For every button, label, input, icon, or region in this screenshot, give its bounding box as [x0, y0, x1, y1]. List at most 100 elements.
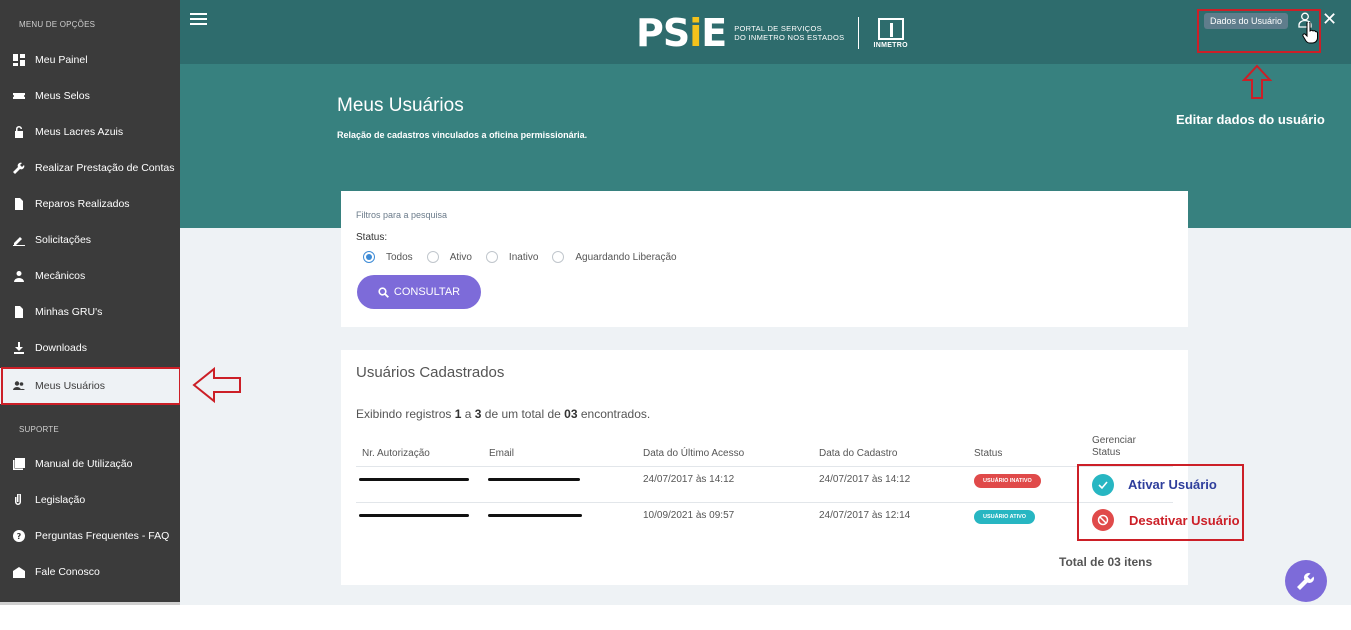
table-cell-created: 24/07/2017 às 14:12: [819, 474, 911, 485]
redacted-authorization: [359, 514, 469, 517]
sidebar-item-label: Reparos Realizados: [35, 198, 130, 210]
column-header-cadastro: Data do Cadastro: [819, 448, 898, 459]
sidebar-item-solicitacoes[interactable]: Solicitações: [0, 222, 180, 258]
radio-dot[interactable]: [552, 251, 565, 263]
inmetro-logo: INMETRO: [873, 17, 908, 49]
check-icon: [1098, 481, 1108, 490]
tools-fab-button[interactable]: [1285, 560, 1327, 602]
status-badge-inactive: USUÁRIO INATIVO: [974, 474, 1041, 488]
summary-suffix: encontrados.: [577, 407, 651, 421]
sidebar-item-label: Downloads: [35, 342, 87, 354]
filter-card: Filtros para a pesquisa Status: Todos At…: [341, 191, 1188, 327]
column-header-status: Status: [974, 448, 1003, 459]
activate-user-button[interactable]: [1092, 474, 1114, 496]
sidebar-item-prestacao-de-contas[interactable]: Realizar Prestação de Contas: [0, 150, 180, 186]
sidebar-item-meus-lacres-azuis[interactable]: Meus Lacres Azuis: [0, 114, 180, 150]
support-section-label: SUPORTE: [19, 425, 59, 434]
summary-total: 03: [564, 407, 578, 421]
consultar-button[interactable]: CONSULTAR: [357, 275, 481, 309]
ticket-icon: [13, 90, 25, 102]
summary-mid2: de um total de: [481, 407, 565, 421]
radio-label: Todos: [386, 251, 413, 263]
users-card-title: Usuários Cadastrados: [356, 364, 505, 381]
table-cell-last-access: 10/09/2021 às 09:57: [643, 510, 735, 521]
mail-icon: [13, 566, 25, 578]
summary-prefix: Exibindo registros: [356, 407, 455, 421]
psie-logo: PSiE PORTAL DE SERVIÇOS DO INMETRO NOS E…: [636, 14, 908, 52]
records-summary: Exibindo registros 1 a 3 de um total de …: [356, 407, 650, 421]
sidebar-item-manual[interactable]: Manual de Utilização: [0, 446, 180, 482]
activate-user-label: Ativar Usuário: [1128, 477, 1217, 492]
table-header-divider: [356, 466, 1173, 467]
sidebar-item-label: Solicitações: [35, 234, 92, 246]
radio-inativo[interactable]: Inativo: [485, 251, 539, 263]
radio-aguardando-liberacao[interactable]: Aguardando Liberação: [552, 251, 677, 263]
active-item-highlight-box: [1, 367, 181, 405]
hamburger-menu-icon[interactable]: [190, 13, 207, 27]
sidebar: MENU DE OPÇÕES Meu Painel Meus Selos Meu…: [0, 0, 180, 603]
radio-dot[interactable]: [426, 251, 439, 263]
sidebar-item-label: Meus Selos: [35, 90, 90, 102]
arrow-left-annotation-icon: [192, 366, 241, 404]
table-cell-created: 24/07/2017 às 12:14: [819, 510, 911, 521]
status-label: Status:: [356, 232, 388, 243]
radio-label: Ativo: [449, 251, 472, 263]
redacted-authorization: [359, 478, 469, 481]
sidebar-item-label: Perguntas Frequentes - FAQ: [35, 530, 170, 542]
sidebar-item-legislacao[interactable]: Legislação: [0, 482, 180, 518]
user-data-highlight-box: [1197, 9, 1321, 53]
redacted-email: [488, 514, 582, 517]
logo-line-1: PORTAL DE SERVIÇOS: [734, 24, 822, 33]
sidebar-item-fale-conosco[interactable]: Fale Conosco: [0, 554, 180, 590]
column-header-gerenciar-status: Gerenciar Status: [1092, 435, 1136, 458]
sidebar-item-mecanicos[interactable]: Mecânicos: [0, 258, 180, 294]
block-icon: [1097, 514, 1109, 526]
sidebar-item-minhas-grus[interactable]: Minhas GRU's: [0, 294, 180, 330]
wrench-icon: [1297, 573, 1314, 590]
logo-line-2: DO INMETRO NOS ESTADOS: [734, 33, 845, 42]
edit-user-annotation: Editar dados do usuário: [1176, 112, 1325, 127]
deactivate-user-button[interactable]: [1092, 509, 1114, 531]
radio-ativo[interactable]: Ativo: [426, 251, 472, 263]
search-icon: [378, 286, 389, 298]
menu-section-label: MENU DE OPÇÕES: [19, 20, 96, 29]
radio-dot[interactable]: [485, 251, 498, 263]
sidebar-item-reparos-realizados[interactable]: Reparos Realizados: [0, 186, 180, 222]
sidebar-item-label: Meu Painel: [35, 54, 88, 66]
logo-separator: [858, 17, 860, 49]
sidebar-item-label: Manual de Utilização: [35, 458, 133, 470]
consultar-label: CONSULTAR: [393, 286, 461, 298]
page-title: Meus Usuários: [337, 95, 464, 116]
column-header-autorizacao: Nr. Autorização: [362, 448, 430, 459]
redacted-email: [488, 478, 580, 481]
close-icon[interactable]: ✕: [1322, 10, 1337, 28]
column-header-email: Email: [489, 448, 515, 459]
sidebar-item-label: Mecânicos: [35, 270, 86, 282]
pencil-icon: [13, 234, 25, 246]
summary-mid1: a: [461, 407, 475, 421]
dashboard-icon: [13, 54, 25, 66]
logo-psie: PSiE: [636, 11, 727, 55]
inmetro-mark-icon: [877, 17, 904, 40]
status-badge-active: USUÁRIO ATIVO: [974, 510, 1036, 524]
sidebar-item-meus-selos[interactable]: Meus Selos: [0, 78, 180, 114]
sidebar-item-faq[interactable]: ? Perguntas Frequentes - FAQ: [0, 518, 180, 554]
sidebar-item-downloads[interactable]: Downloads: [0, 330, 180, 366]
radio-todos[interactable]: Todos: [363, 251, 413, 263]
radio-label: Inativo: [508, 251, 539, 263]
wrench-icon: [13, 162, 25, 174]
sidebar-item-label: Legislação: [35, 494, 86, 506]
arrow-up-annotation-icon: [1242, 64, 1272, 99]
table-row-divider: [356, 502, 1173, 503]
logo-portal-text: PORTAL DE SERVIÇOS DO INMETRO NOS ESTADO…: [734, 24, 844, 42]
unlock-icon: [13, 126, 25, 138]
users-card: Usuários Cadastrados Exibindo registros …: [341, 350, 1188, 585]
person-icon: [13, 270, 25, 282]
radio-dot[interactable]: [363, 251, 375, 263]
status-radio-group: Todos Ativo Inativo Aguardando Liberação: [363, 251, 691, 263]
file-icon: [13, 306, 25, 318]
filter-caption: Filtros para a pesquisa: [356, 210, 448, 220]
column-header-ultimo-acesso: Data do Último Acesso: [643, 448, 745, 459]
sidebar-item-meu-painel[interactable]: Meu Painel: [0, 42, 180, 78]
table-cell-last-access: 24/07/2017 às 14:12: [643, 474, 735, 485]
